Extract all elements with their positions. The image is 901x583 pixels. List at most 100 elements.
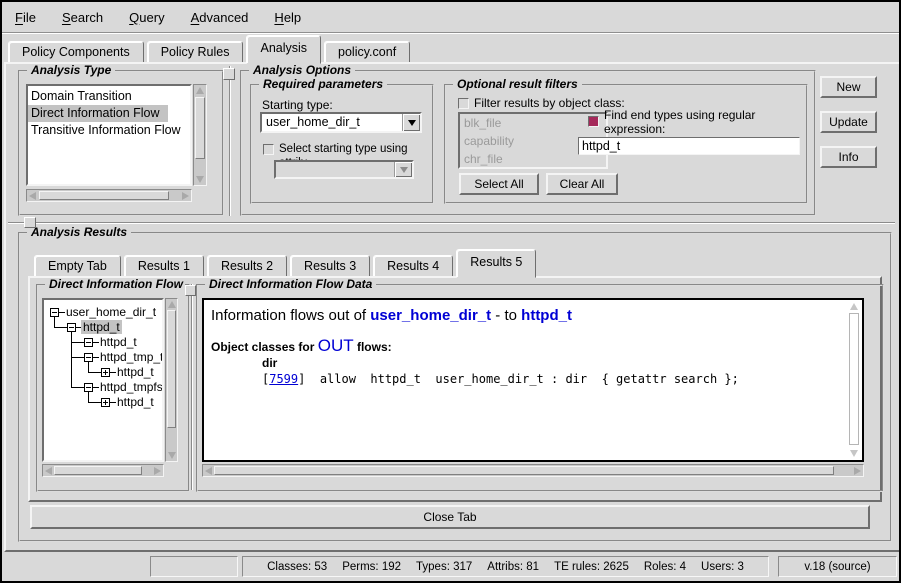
info-button[interactable]: Info (820, 146, 877, 168)
required-parameters-title: Required parameters (259, 78, 387, 91)
clear-all-button[interactable]: Clear All (546, 173, 618, 195)
analysis-type-item-transitive-information-flow[interactable]: Transitive Information Flow (28, 122, 190, 139)
tab-analysis[interactable]: Analysis (246, 35, 321, 64)
tree-node-httpd-tmpfs-t[interactable]: httpd_tmpfs_t (98, 380, 164, 394)
tab-policy-components[interactable]: Policy Components (8, 41, 144, 64)
select-all-button[interactable]: Select All (459, 173, 539, 195)
combobox-arrow-button[interactable] (402, 114, 420, 131)
tree-node-httpd-t[interactable]: httpd_t (115, 365, 156, 379)
tree-connector-line (88, 402, 101, 403)
results-tab-results-3[interactable]: Results 3 (290, 255, 370, 278)
object-class-item-blk-file: blk_file (460, 114, 606, 132)
headline-mid: - to (491, 307, 521, 324)
object-class-checkbox-label[interactable]: Filter results by object class: (474, 96, 625, 110)
tree-connector-line (71, 387, 84, 388)
close-tab-button[interactable]: Close Tab (30, 505, 870, 529)
regex-checkbox[interactable] (588, 116, 599, 127)
analysis-type-vscrollbar[interactable] (193, 84, 207, 186)
flow-tree-title: Direct Information Flow T (45, 278, 185, 291)
app-window: File Search Query Advanced Help Policy Compo… (0, 0, 901, 583)
starting-type-combobox[interactable]: user_home_dir_t (260, 112, 422, 133)
menu-item-advanced[interactable]: Advanced (191, 10, 249, 25)
main-tab-bar: Policy ComponentsPolicy RulesAnalysispol… (8, 36, 413, 64)
tree-collapse-icon[interactable] (84, 338, 93, 347)
results-sash-vertical[interactable] (191, 284, 192, 490)
flow-data-vscrollbar[interactable] (847, 300, 862, 460)
tree-collapse-icon[interactable] (84, 353, 93, 362)
menu-item-file[interactable]: File (15, 10, 36, 25)
scroll-up-icon[interactable] (196, 87, 204, 94)
tree-collapse-icon[interactable] (50, 308, 59, 317)
scroll-right-icon[interactable] (154, 467, 161, 475)
status-stat: Classes: 53 (267, 561, 327, 573)
scroll-down-icon[interactable] (850, 450, 858, 457)
scrollbar-thumb[interactable] (214, 466, 834, 475)
attrib-combobox-value (276, 162, 394, 177)
rule-text: ] allow httpd_t user_home_dir_t : dir { … (298, 372, 739, 386)
tree-node-httpd-t[interactable]: httpd_t (115, 395, 156, 409)
regex-checkbox-label[interactable]: Find end types using regular expression: (604, 108, 782, 136)
scrollbar-thumb[interactable] (849, 313, 859, 445)
attrib-combobox (274, 160, 414, 179)
attrib-checkbox[interactable] (263, 144, 274, 155)
headline-prefix: Information flows out of (211, 307, 370, 324)
flow-data-textarea[interactable]: Information flows out of user_home_dir_t… (202, 298, 864, 462)
scroll-left-icon[interactable] (205, 467, 212, 475)
new-button[interactable]: New (820, 76, 877, 98)
scrollbar-thumb[interactable] (39, 191, 169, 200)
results-tab-results-2[interactable]: Results 2 (207, 255, 287, 278)
scroll-down-icon[interactable] (196, 176, 204, 183)
results-tab-results-4[interactable]: Results 4 (373, 255, 453, 278)
update-button[interactable]: Update (820, 111, 877, 133)
scroll-left-icon[interactable] (45, 467, 52, 475)
analysis-type-listbox[interactable]: Domain TransitionDirect Information Flow… (26, 84, 192, 186)
status-stat: Perms: 192 (342, 561, 401, 573)
results-tab-empty-tab[interactable]: Empty Tab (34, 255, 121, 278)
analysis-type-hscrollbar[interactable] (26, 189, 192, 202)
analysis-type-item-direct-information-flow[interactable]: Direct Information Flow (28, 105, 168, 122)
rule-number-link[interactable]: 7599 (269, 372, 298, 386)
menu-item-query[interactable]: Query (129, 10, 164, 25)
tree-expand-icon[interactable] (101, 368, 110, 377)
scrollbar-thumb[interactable] (195, 97, 205, 159)
menu-item-help[interactable]: Help (274, 10, 301, 25)
analysis-type-item-domain-transition[interactable]: Domain Transition (28, 88, 190, 105)
results-tab-results-1[interactable]: Results 1 (124, 255, 204, 278)
status-version-panel: v.18 (source) (778, 556, 897, 577)
tree-connector-line (54, 317, 55, 328)
tab-policy-rules[interactable]: Policy Rules (147, 41, 244, 64)
scroll-right-icon[interactable] (182, 192, 189, 200)
object-class-checkbox[interactable] (458, 98, 469, 109)
tree-connector-line (71, 342, 84, 343)
scroll-up-icon[interactable] (168, 301, 176, 308)
tree-node-httpd-t[interactable]: httpd_t (81, 320, 122, 334)
scrollbar-thumb[interactable] (167, 310, 176, 428)
pane-sash-vertical[interactable] (229, 66, 230, 216)
tree-vscrollbar[interactable] (165, 298, 178, 462)
tree-connector-line (71, 357, 84, 358)
tab-policy-conf[interactable]: policy.conf (324, 41, 410, 64)
scroll-up-icon[interactable] (850, 303, 858, 310)
tree-node-user-home-dir-t[interactable]: user_home_dir_t (64, 305, 158, 319)
tree-hscrollbar[interactable] (42, 464, 164, 477)
menu-item-search[interactable]: Search (62, 10, 103, 25)
scrollbar-thumb[interactable] (54, 466, 142, 475)
scroll-down-icon[interactable] (168, 452, 176, 459)
status-stat: Types: 317 (416, 561, 472, 573)
tree-node-httpd-t[interactable]: httpd_t (98, 335, 139, 349)
tree-collapse-icon[interactable] (67, 323, 76, 332)
scroll-left-icon[interactable] (29, 192, 36, 200)
regex-input[interactable] (578, 137, 800, 155)
tree-expand-icon[interactable] (101, 398, 110, 407)
flow-tree[interactable]: user_home_dir_thttpd_thttpd_thttpd_tmp_t… (42, 298, 164, 462)
sash-handle[interactable] (185, 285, 196, 296)
flow-data-hscrollbar[interactable] (202, 464, 864, 477)
results-tab-results-5[interactable]: Results 5 (456, 249, 536, 278)
sash-handle[interactable] (24, 217, 36, 228)
scroll-right-icon[interactable] (854, 467, 861, 475)
pane-sash-horizontal[interactable] (8, 222, 895, 223)
tree-collapse-icon[interactable] (84, 383, 93, 392)
tree-node-httpd-tmp-t[interactable]: httpd_tmp_t (98, 350, 164, 364)
sash-handle[interactable] (223, 68, 235, 80)
analysis-type-title: Analysis Type (27, 64, 115, 77)
